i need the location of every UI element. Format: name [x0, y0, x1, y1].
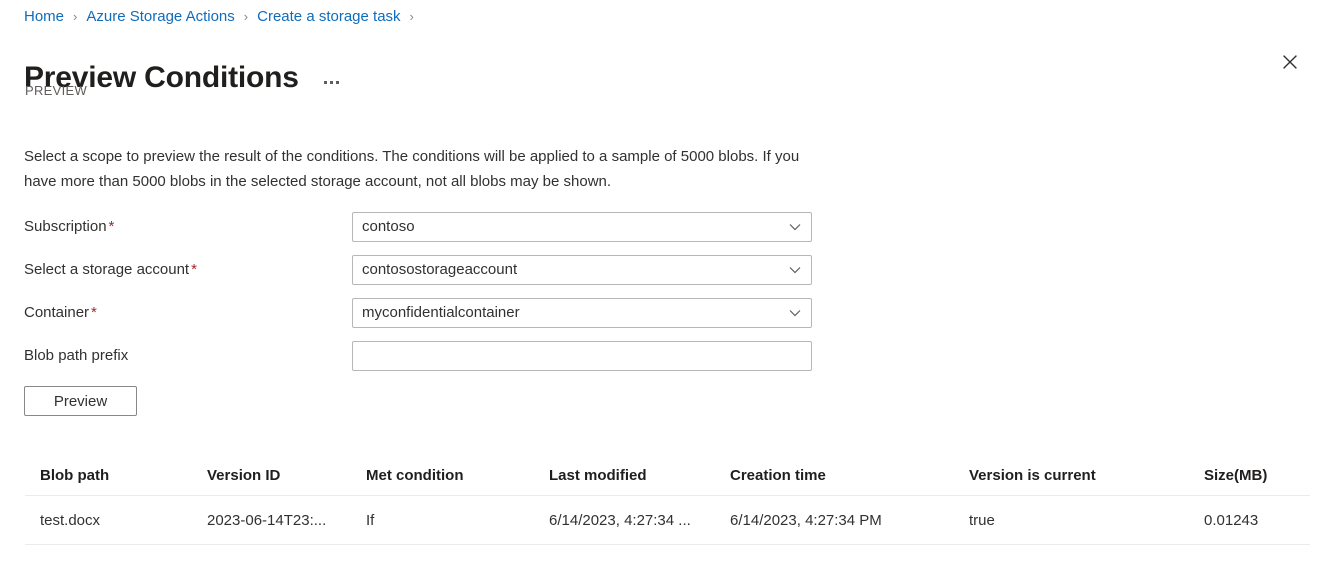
cell-size-mb: 0.01243: [1204, 511, 1259, 529]
label-text: Subscription: [24, 218, 107, 235]
table-header-row: Blob path Version ID Met condition Last …: [25, 455, 1310, 496]
breadcrumb-separator-icon: ›: [409, 9, 414, 24]
subscription-value: contoso: [362, 218, 415, 235]
chevron-down-icon: [789, 223, 801, 230]
column-header-last-modified[interactable]: Last modified: [549, 467, 730, 484]
cell-creation-time: 6/14/2023, 4:27:34 PM: [730, 511, 882, 529]
breadcrumb-separator-icon: ›: [73, 9, 78, 24]
cell-last-modified: 6/14/2023, 4:27:34 ...: [549, 511, 691, 529]
scope-form: Subscription * contoso Select a storage a…: [24, 205, 814, 377]
close-icon[interactable]: [1274, 46, 1306, 78]
chevron-down-icon: [789, 266, 801, 273]
column-header-version-id[interactable]: Version ID: [207, 467, 366, 484]
storage-account-dropdown[interactable]: contosostorageaccount: [352, 254, 812, 285]
column-header-size-mb[interactable]: Size(MB): [1204, 467, 1310, 484]
blob-path-prefix-field[interactable]: [352, 340, 812, 371]
container-value: myconfidentialcontainer: [362, 304, 520, 321]
form-row-subscription: Subscription * contoso: [24, 205, 814, 248]
label-storage-account: Select a storage account *: [24, 261, 352, 278]
cell-blob-path: test.docx: [40, 511, 101, 529]
column-header-met-condition[interactable]: Met condition: [366, 467, 549, 484]
cell-met-condition: If: [366, 511, 375, 529]
chevron-down-icon: [789, 309, 801, 316]
required-asterisk: *: [108, 218, 115, 235]
storage-account-value: contosostorageaccount: [362, 261, 518, 278]
cell-version-id: 2023-06-14T23:...: [207, 511, 327, 529]
label-text: Blob path prefix: [24, 347, 129, 364]
table-row[interactable]: test.docx 2023-06-14T23:... If 6/14/2023…: [25, 496, 1310, 545]
preview-button[interactable]: Preview: [24, 386, 137, 416]
column-header-creation-time[interactable]: Creation time: [730, 467, 969, 484]
breadcrumb-separator-icon: ›: [243, 9, 249, 24]
form-row-blob-path-prefix: Blob path prefix: [24, 334, 814, 377]
required-asterisk: *: [91, 304, 97, 321]
dot: [336, 80, 340, 84]
breadcrumb-item-create-a-storage-task[interactable]: Create a storage task: [257, 7, 400, 27]
label-text: Select a storage account: [24, 261, 190, 278]
dot: [324, 80, 328, 84]
label-container: Container *: [24, 304, 352, 321]
label-blob-path-prefix: Blob path prefix: [24, 347, 352, 364]
page-header: Preview Conditions: [24, 38, 345, 118]
blob-path-prefix-input[interactable]: [353, 341, 811, 370]
more-options-icon[interactable]: [319, 69, 345, 95]
cell-version-is-current: true: [969, 511, 995, 529]
column-header-blob-path[interactable]: Blob path: [25, 467, 207, 484]
column-header-version-is-current[interactable]: Version is current: [969, 467, 1204, 484]
form-row-storage-account: Select a storage account * contosostorage…: [24, 248, 814, 291]
dot: [330, 80, 334, 84]
form-row-container: Container * myconfidentialcontainer: [24, 291, 814, 334]
preview-badge: PREVIEW: [25, 83, 88, 98]
breadcrumb-item-azure-storage-actions[interactable]: Azure Storage Actions: [86, 7, 234, 27]
container-dropdown[interactable]: myconfidentialcontainer: [352, 297, 812, 328]
label-subscription: Subscription *: [24, 218, 352, 235]
description-text: Select a scope to preview the result of …: [24, 148, 800, 190]
label-text: Container: [24, 304, 90, 321]
preview-results-table: Blob path Version ID Met condition Last …: [25, 455, 1310, 545]
subscription-dropdown[interactable]: contoso: [352, 211, 812, 242]
required-asterisk: *: [191, 261, 197, 278]
breadcrumb-item-home[interactable]: Home: [24, 7, 64, 27]
breadcrumb: Home › Azure Storage Actions › Create a …: [24, 6, 423, 28]
